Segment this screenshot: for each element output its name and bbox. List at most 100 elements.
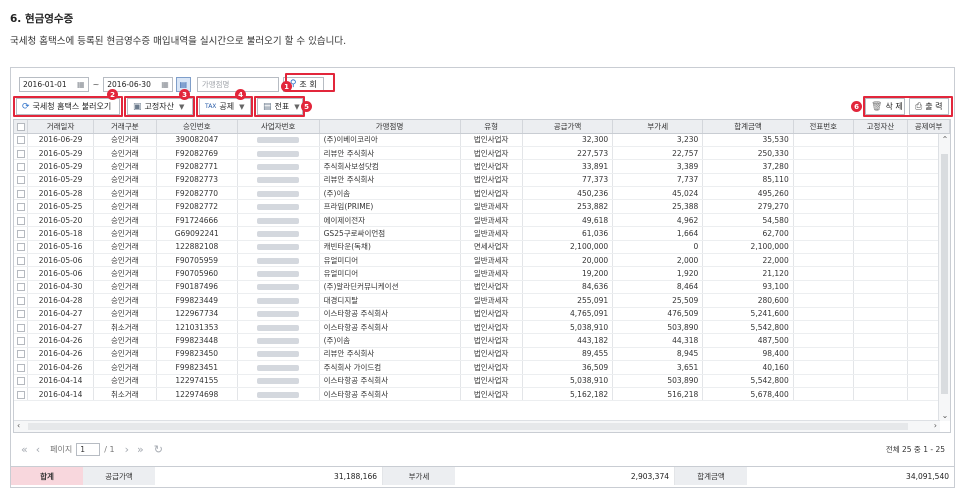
column-header[interactable]: 고정자산 [853,120,909,134]
row-checkbox[interactable] [14,213,29,228]
vat-amount-cell: 0 [612,240,704,255]
row-checkbox[interactable] [14,307,29,321]
reload-icon[interactable]: ↻ [154,443,163,456]
row-checkbox[interactable] [14,173,29,188]
total-amount-cell: 5,678,400 [702,387,794,402]
column-header[interactable]: 거래일자 [27,120,94,134]
chevron-left-icon[interactable]: ‹ [17,421,20,430]
row-checkbox[interactable] [14,159,29,174]
last-page-icon[interactable]: » [137,443,144,456]
table-row[interactable]: 2016-05-06 승인거래 F90705959 유얼미디어 일반과세자 20,000 2… [14,253,950,268]
total-amount-cell: 5,542,800 [702,374,794,388]
row-checkbox[interactable] [14,374,29,388]
calendar-icon[interactable]: ▦ [161,80,169,89]
table-row[interactable]: 2016-05-25 승인거래 F92082772 프라임(PRIME) 일반과세자 25… [14,199,950,214]
date-range-separator: ~ [92,79,100,89]
row-checkbox[interactable] [14,293,29,308]
voucher-number-cell [793,293,854,308]
column-header[interactable]: 부가세 [612,120,704,134]
table-row[interactable]: 2016-04-26 승인거래 F99823448 (주)이솜 법인사업자 443,182… [14,333,950,348]
table-row[interactable]: 2016-04-27 취소거래 121031353 이스타항공 주식회사 법인사업자 5,… [14,320,950,335]
trade-date-cell: 2016-04-26 [27,347,94,362]
column-header[interactable]: 공제여부 [907,120,950,134]
masked-business-number [257,351,300,358]
row-checkbox[interactable] [14,387,29,402]
table-row[interactable]: 2016-05-29 승인거래 F92082771 주식회사보성닷컴 법인사업자 33,8… [14,159,950,174]
table-row[interactable]: 2016-04-14 취소거래 122974698 이스타항공 주식회사 법인사업자 5,… [14,387,950,402]
business-type-cell: 법인사업자 [460,360,523,375]
table-row[interactable]: 2016-05-06 승인거래 F90705960 유얼미디어 일반과세자 19,200 1… [14,266,950,281]
fixed-asset-cell [853,387,909,402]
table-row[interactable]: 2016-05-29 승인거래 F92082773 리뷰안 주식회사 법인사업자 77,3… [14,173,950,188]
column-header[interactable]: 유형 [460,120,523,134]
row-checkbox[interactable] [14,146,29,161]
row-checkbox[interactable] [14,320,29,335]
column-header[interactable]: 승인번호 [156,120,238,134]
business-number-cell [237,280,320,295]
column-header[interactable]: 거래구분 [93,120,157,134]
total-amount-cell: 22,000 [702,253,794,268]
first-page-icon[interactable]: « [21,443,28,456]
row-checkbox[interactable] [14,253,29,268]
business-type-cell: 일반과세자 [460,293,523,308]
page-number-input[interactable]: 1 [76,442,101,456]
table-row[interactable]: 2016-05-20 승인거래 F91724666 에이제이전자 일반과세자 49,618… [14,213,950,228]
total-amount-cell: 495,260 [702,186,794,201]
column-header[interactable]: 가맹점명 [319,120,461,134]
row-checkbox[interactable] [14,266,29,281]
column-header[interactable]: 합계금액 [702,120,794,134]
table-row[interactable]: 2016-04-14 승인거래 122974155 이스타항공 주식회사 법인사업자 5,… [14,374,950,388]
next-page-icon[interactable]: › [125,443,129,456]
table-row[interactable]: 2016-05-29 승인거래 F92082769 리뷰안 주식회사 법인사업자 227,… [14,146,950,161]
row-checkbox[interactable] [14,133,29,147]
column-header[interactable]: 사업자번호 [237,120,320,134]
vertical-scroll-thumb[interactable] [941,154,948,394]
business-type-cell: 법인사업자 [460,146,523,161]
row-checkbox[interactable] [14,186,29,201]
table-row[interactable]: 2016-04-28 승인거래 F99823449 대경디지탈 일반과세자 255,091… [14,293,950,308]
column-header[interactable]: 공급가액 [522,120,614,134]
table-row[interactable]: 2016-04-26 승인거래 F99823451 주식회사 가이드컴 법인사업자 36,… [14,360,950,375]
trade-type-cell: 승인거래 [93,199,157,214]
horizontal-scrollbar[interactable]: ‹ › [14,420,940,432]
chevron-right-icon[interactable]: › [934,421,937,430]
fixed-asset-cell [853,293,909,308]
row-checkbox[interactable] [14,280,29,295]
date-from-field[interactable]: 2016-01-01 ▦ [19,76,89,92]
table-row[interactable]: 2016-05-18 승인거래 G69092241 GS25구로싸이언점 일반과세자 61… [14,226,950,241]
row-checkbox[interactable] [14,240,29,255]
vertical-scrollbar[interactable]: ⌃ ⌄ [938,134,950,421]
grand-total-value: 34,091,540 [747,467,954,485]
table-row[interactable]: 2016-05-28 승인거래 F92082770 (주)이솜 법인사업자 450,236… [14,186,950,201]
table-row[interactable]: 2016-04-27 승인거래 122967734 이스타항공 주식회사 법인사업자 4,… [14,307,950,321]
row-checkbox[interactable] [14,333,29,348]
trade-date-cell: 2016-05-20 [27,213,94,228]
callout-badge-2: 2 [107,89,118,100]
table-row[interactable]: 2016-06-29 승인거래 390082047 (주)이베이코리아 법인사업자 32,… [14,133,950,147]
row-checkbox[interactable] [14,360,29,375]
voucher-number-cell [793,133,854,147]
row-checkbox[interactable] [14,199,29,214]
table-row[interactable]: 2016-05-16 승인거래 122882108 캐빈타운(독채) 면세사업자 2,10… [14,240,950,255]
prev-page-icon[interactable]: ‹ [36,443,40,456]
table-row[interactable]: 2016-04-30 승인거래 F90187496 (주)알라딘커뮤니케이션 법인사업자… [14,280,950,295]
chevron-down-icon[interactable]: ⌄ [939,411,950,420]
trade-type-cell: 승인거래 [93,266,157,281]
column-header[interactable]: 전표번호 [793,120,854,134]
select-all-checkbox[interactable] [14,120,29,134]
trade-type-cell: 승인거래 [93,133,157,147]
trade-type-cell: 승인거래 [93,280,157,295]
row-checkbox[interactable] [14,226,29,241]
business-type-cell: 법인사업자 [460,333,523,348]
masked-business-number [257,257,300,264]
vat-amount-cell: 3,651 [612,360,704,375]
approval-number-cell: F99823448 [156,333,238,348]
horizontal-scroll-thumb[interactable] [28,423,908,430]
row-checkbox[interactable] [14,347,29,362]
calendar-icon[interactable]: ▦ [77,80,85,89]
trade-type-cell: 승인거래 [93,186,157,201]
table-row[interactable]: 2016-04-26 승인거래 F99823450 리뷰안 주식회사 법인사업자 89,4… [14,347,950,362]
chevron-up-icon[interactable]: ⌃ [939,135,950,144]
voucher-number-cell [793,266,854,281]
page-total: / 1 [104,444,115,454]
